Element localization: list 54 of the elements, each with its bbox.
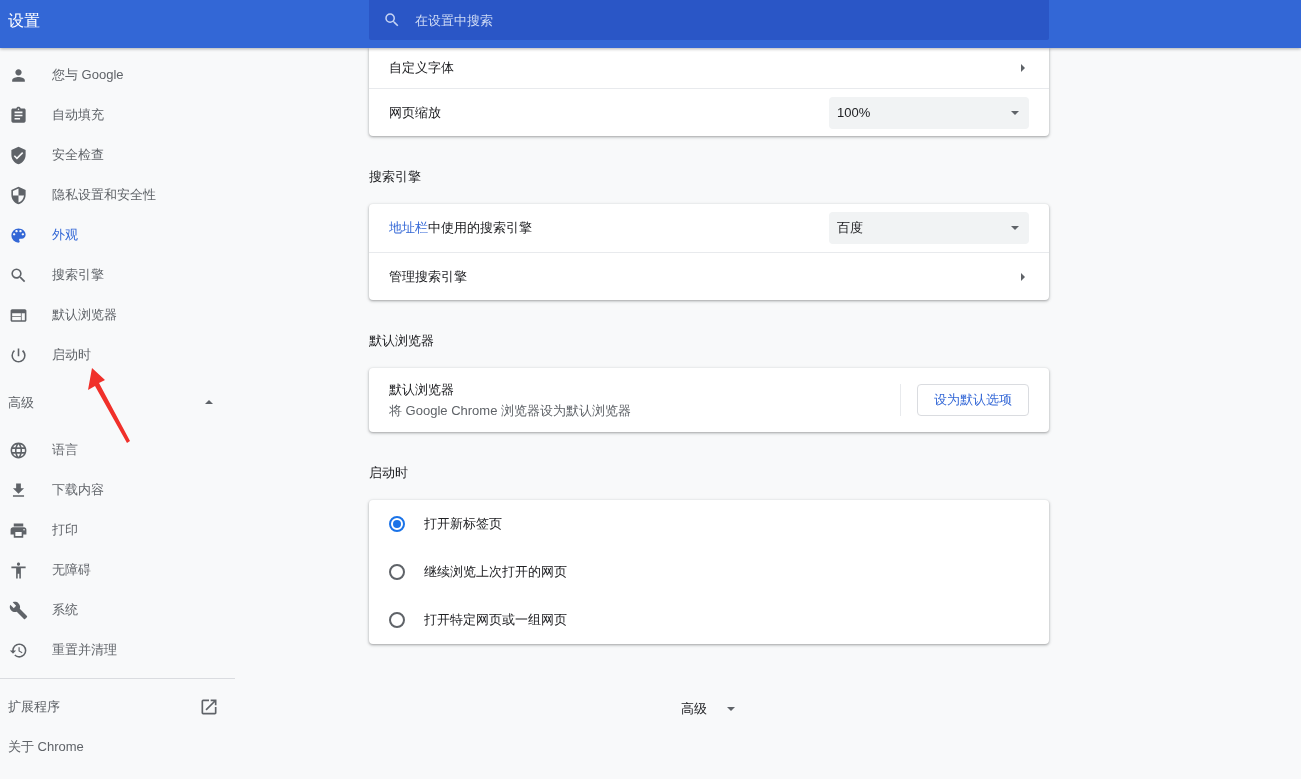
power-icon (9, 345, 28, 365)
search-field[interactable]: 在设置中搜索 (369, 0, 1049, 40)
advanced-section-toggle[interactable]: 高级 (0, 375, 235, 430)
section-title: 默认浏览器 (369, 332, 435, 350)
setting-description: 将 Google Chrome 浏览器设为默认浏览器 (389, 401, 632, 420)
sidebar-item[interactable]: 自动填充 (0, 95, 235, 135)
sidebar-item[interactable]: 打印 (0, 510, 235, 550)
shield-icon (9, 185, 28, 205)
setting-label: 自定义字体 (389, 59, 454, 77)
section-title: 启动时 (369, 464, 409, 482)
extensions-link[interactable]: 扩展程序 (0, 687, 235, 727)
radio-button[interactable] (389, 564, 405, 580)
external-link-icon (199, 697, 219, 717)
sidebar-item[interactable]: 搜索引擎 (0, 255, 235, 295)
sidebar-item[interactable]: 系统 (0, 590, 235, 630)
page-title: 设置 (7, 11, 41, 31)
sidebar-item[interactable]: 安全检查 (0, 135, 235, 175)
sidebar-item[interactable]: 语言 (0, 430, 235, 470)
sidebar-item[interactable]: 您与 Google (0, 55, 235, 95)
setting-row[interactable]: 管理搜索引擎 (369, 252, 1049, 300)
set-default-button[interactable]: 设为默认选项 (917, 384, 1029, 416)
palette-icon (9, 225, 28, 245)
shield-check-icon (9, 145, 28, 165)
sidebar-item[interactable]: 外观 (0, 215, 235, 255)
setting-label: 网页缩放 (389, 103, 441, 122)
radio-label[interactable]: 打开特定网页或一组网页 (424, 611, 567, 629)
radio-label[interactable]: 继续浏览上次打开的网页 (424, 563, 567, 581)
sidebar-item[interactable]: 启动时 (0, 335, 235, 375)
sidebar-item[interactable]: 下载内容 (0, 470, 235, 510)
advanced-button[interactable]: 高级 (669, 692, 749, 726)
search-icon (383, 11, 401, 29)
address-bar-link[interactable]: 地址栏 (389, 220, 428, 235)
accessibility-icon (9, 560, 28, 580)
globe-icon (9, 440, 28, 460)
about-link[interactable]: 关于 Chrome (0, 727, 235, 767)
search-icon (9, 265, 28, 285)
setting-label: 管理搜索引擎 (389, 267, 467, 286)
dropdown[interactable]: 100% (829, 96, 1029, 129)
radio-label[interactable]: 打开新标签页 (424, 515, 502, 533)
section-title: 搜索引擎 (369, 168, 422, 186)
sidebar-item[interactable]: 默认浏览器 (0, 295, 235, 335)
dropdown[interactable]: 百度 (829, 212, 1029, 244)
printer-icon (9, 520, 28, 540)
sidebar-item[interactable]: 无障碍 (0, 550, 235, 590)
wrench-icon (9, 600, 28, 620)
sidebar-item[interactable]: 隐私设置和安全性 (0, 175, 235, 215)
setting-label: 地址栏中使用的搜索引擎 (389, 219, 532, 237)
history-icon (9, 640, 28, 660)
clipboard-icon (9, 105, 28, 125)
sidebar-item[interactable]: 重置并清理 (0, 630, 235, 670)
setting-row[interactable]: 自定义字体 (369, 48, 1049, 88)
radio-button[interactable] (389, 612, 405, 628)
setting-label: 默认浏览器 (389, 380, 455, 399)
radio-button[interactable] (389, 516, 405, 532)
